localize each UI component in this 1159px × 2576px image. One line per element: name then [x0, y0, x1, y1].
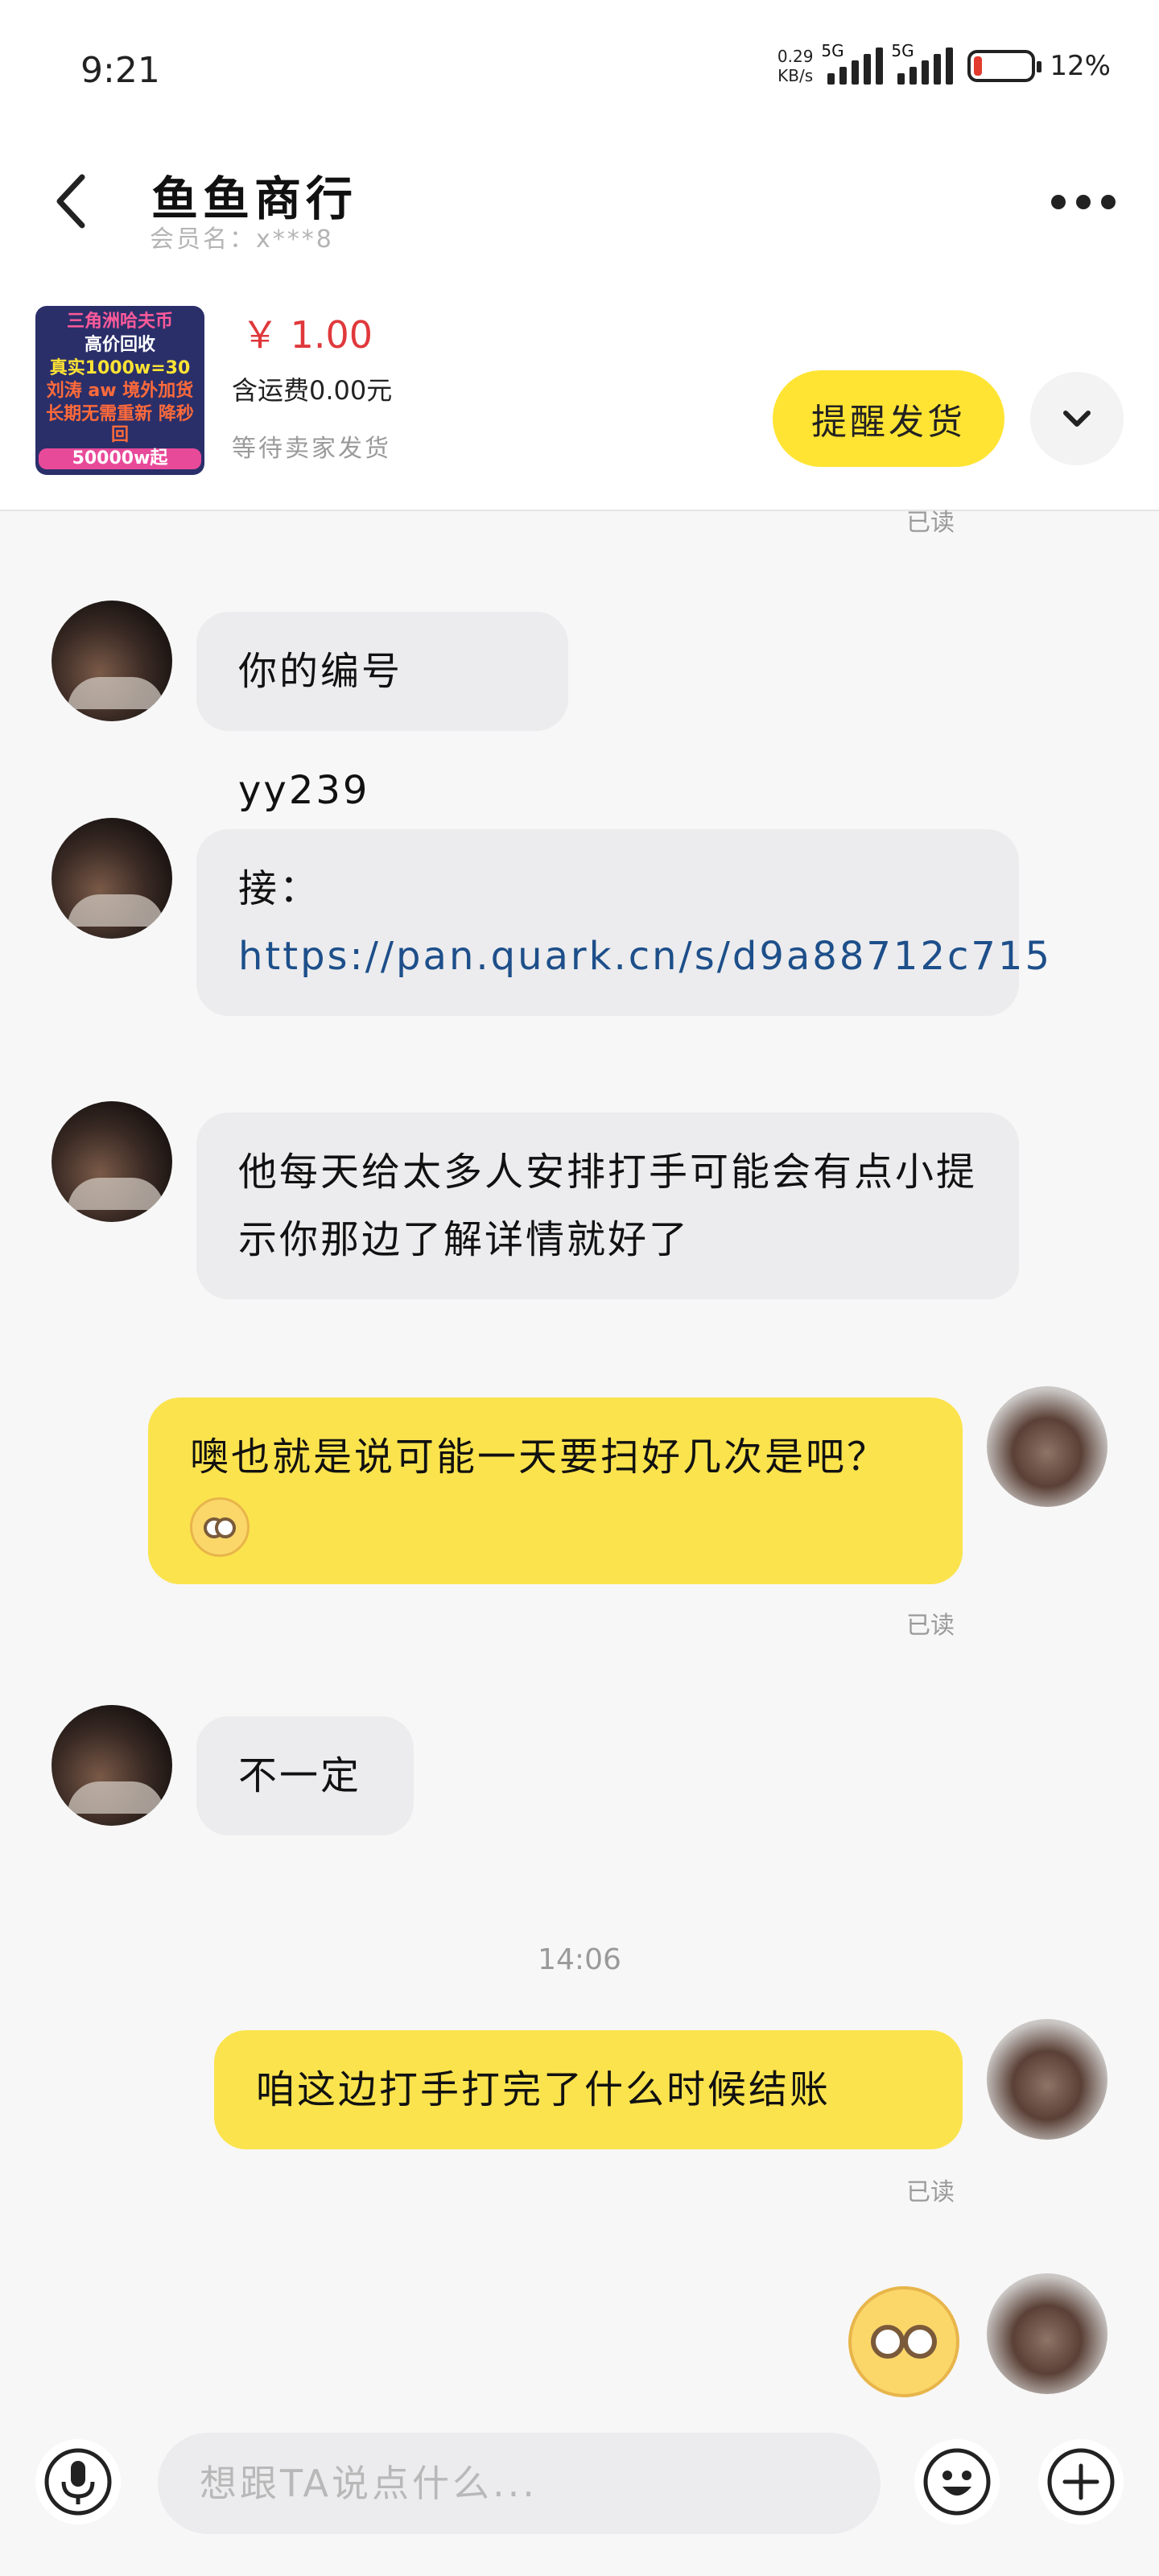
network-speed: 0.29 KB/s	[777, 47, 814, 85]
thumb-line: 三角洲哈夫币	[66, 312, 173, 332]
order-price: ￥ 1.00	[241, 313, 373, 357]
smile-icon	[923, 2448, 991, 2516]
seller-avatar[interactable]	[52, 818, 172, 939]
more-button[interactable]	[1051, 190, 1116, 214]
thumb-line: 真实1000w=30	[49, 357, 191, 378]
microphone-icon	[44, 2448, 112, 2516]
input-bar: 想跟TA说点什么...	[0, 2407, 1159, 2576]
message-text: 不一定	[238, 1753, 362, 1798]
read-receipt: 已读	[906, 1612, 955, 1640]
seller-avatar[interactable]	[52, 1101, 172, 1222]
battery-percent: 12%	[1050, 50, 1111, 82]
signal-type-label: 5G	[821, 41, 844, 60]
member-name: 会员名：x***8	[150, 225, 334, 254]
message-bubble[interactable]: 他每天给太多人安排打手可能会有点小提示你那边了解详情就好了	[196, 1113, 1019, 1299]
network-speed-unit: KB/s	[777, 66, 814, 85]
expand-order-button[interactable]	[1030, 372, 1124, 465]
message-text: 接：	[238, 866, 321, 911]
status-bar: 9:21 0.29 KB/s 5G 5G 12%	[0, 0, 1159, 145]
message-bubble[interactable]: 不一定	[196, 1716, 414, 1835]
thumb-line: 刘涛 aw 境外加货	[46, 381, 194, 402]
thumb-line: 长期无需重新 降秒回	[46, 403, 194, 445]
product-thumbnail[interactable]: 三角洲哈夫币 高价回收 真实1000w=30 刘涛 aw 境外加货 长期无需重新…	[35, 306, 204, 475]
message-text: 咱这边打手打完了什么时候结账	[256, 2067, 831, 2112]
network-speed-value: 0.29	[777, 47, 814, 66]
my-avatar[interactable]	[987, 2019, 1107, 2140]
message-bubble[interactable]: 你的编号yy239	[196, 612, 568, 813]
seller-avatar[interactable]	[52, 601, 172, 721]
signal-type-label: 5G	[891, 41, 914, 60]
shipping-fee: 含运费0.00元	[232, 375, 393, 406]
status-icons: 0.29 KB/s 5G 5G 12%	[777, 41, 1111, 85]
message-text: 他每天给太多人安排打手可能会有点小提示你那边了解详情就好了	[238, 1150, 978, 1262]
order-status: 等待卖家发货	[232, 435, 391, 463]
message-bubble[interactable]: 噢也就是说可能一天要扫好几次是吧？	[148, 1397, 963, 1584]
thumb-line: 高价回收	[84, 334, 155, 355]
my-avatar[interactable]	[987, 2273, 1107, 2394]
chevron-down-icon	[1063, 411, 1091, 427]
battery-icon	[967, 50, 1042, 82]
chat-header: 鱼鱼商行 会员名：x***8	[0, 145, 1159, 282]
message-link[interactable]: https://pan.quark.cn/s/d9a88712c715	[238, 934, 1052, 979]
read-receipt: 已读	[906, 509, 955, 537]
voice-button[interactable]	[35, 2439, 121, 2524]
order-card[interactable]: 三角洲哈夫币 高价回收 真实1000w=30 刘涛 aw 境外加货 长期无需重新…	[0, 282, 1159, 511]
more-dots-icon	[1051, 195, 1066, 209]
clock: 9:21	[80, 50, 160, 91]
timestamp: 14:06	[538, 1943, 621, 1976]
back-button[interactable]	[48, 169, 97, 233]
seller-avatar[interactable]	[52, 1705, 172, 1826]
message-bubble[interactable]: 咱这边打手打完了什么时候结账	[214, 2030, 963, 2149]
plus-button[interactable]	[1038, 2439, 1124, 2524]
remind-ship-button[interactable]: 提醒发货	[773, 370, 1004, 467]
flushed-face-icon	[190, 1497, 250, 1557]
read-receipt: 已读	[906, 2178, 955, 2207]
my-avatar[interactable]	[987, 1386, 1107, 1507]
message-bubble[interactable]: 接： https://pan.quark.cn/s/d9a88712c715	[196, 829, 1050, 1016]
emoji-button[interactable]	[914, 2439, 1000, 2524]
signal-icon: 5G	[891, 41, 954, 85]
flushed-face-icon[interactable]	[848, 2286, 959, 2397]
message-input[interactable]: 想跟TA说点什么...	[158, 2433, 881, 2534]
chevron-left-icon	[56, 174, 85, 229]
signal-icon: 5G	[821, 41, 884, 85]
thumb-line: 50000w起	[39, 448, 201, 469]
message-text: 噢也就是说可能一天要扫好几次是吧？	[190, 1435, 889, 1480]
plus-icon	[1047, 2448, 1115, 2516]
message-text: 你的编号yy239	[238, 649, 403, 813]
